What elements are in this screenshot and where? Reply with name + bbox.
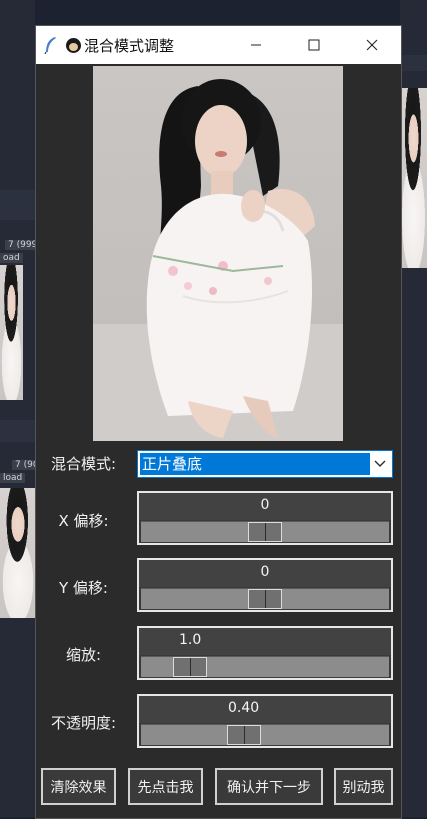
y-offset-slider[interactable]: 0 <box>137 558 393 612</box>
slider-handle[interactable] <box>248 522 282 542</box>
x-offset-value: 0 <box>260 497 270 513</box>
close-button[interactable] <box>343 26 401 64</box>
background-app-left <box>0 0 35 817</box>
minimize-button[interactable] <box>227 26 285 64</box>
background-thumb-sublabel: load <box>0 473 26 483</box>
opacity-value: 0.40 <box>228 700 260 716</box>
scale-slider[interactable]: 1.0 <box>137 626 393 680</box>
slider-trough[interactable] <box>141 521 389 542</box>
monkey-icon <box>66 37 81 53</box>
clear-effects-button[interactable]: 清除效果 <box>41 768 116 805</box>
maximize-button[interactable] <box>285 26 343 64</box>
y-offset-value: 0 <box>260 564 270 580</box>
scale-value: 1.0 <box>178 632 202 648</box>
blend-mode-value: 正片叠底 <box>140 453 370 475</box>
slider-trough[interactable] <box>141 724 389 745</box>
background-bar <box>400 55 427 71</box>
scale-label: 缩放: <box>65 646 102 664</box>
background-bar <box>0 420 35 442</box>
blend-mode-select[interactable]: 正片叠底 <box>137 450 393 478</box>
click-me-first-button[interactable]: 先点击我 <box>128 768 203 805</box>
blend-mode-dialog: 混合模式调整 混合模式: 正片叠底 X 偏移: 0 Y 偏移: 0 缩放: 1.… <box>35 25 402 819</box>
background-thumbnail <box>400 88 427 268</box>
background-bar <box>0 190 35 220</box>
feather-icon <box>36 36 66 54</box>
y-offset-label: Y 偏移: <box>59 579 108 597</box>
x-offset-slider[interactable]: 0 <box>137 491 393 545</box>
background-thumb-sublabel: oad <box>0 253 23 263</box>
slider-handle[interactable] <box>248 589 282 609</box>
background-thumbnail <box>0 488 36 618</box>
slider-handle[interactable] <box>226 725 261 745</box>
opacity-label: 不透明度: <box>50 714 117 732</box>
background-thumbnail <box>0 265 23 400</box>
window-title: 混合模式调整 <box>84 36 175 55</box>
opacity-slider[interactable]: 0.40 <box>137 694 393 748</box>
blend-mode-label: 混合模式: <box>50 455 117 473</box>
slider-trough[interactable] <box>141 656 389 677</box>
title-bar[interactable]: 混合模式调整 <box>36 26 401 64</box>
slider-handle[interactable] <box>173 657 208 677</box>
chevron-down-icon[interactable] <box>370 453 390 475</box>
confirm-next-button[interactable]: 确认并下一步 <box>215 768 323 805</box>
slider-trough[interactable] <box>141 588 389 609</box>
x-offset-label: X 偏移: <box>58 512 109 530</box>
dont-touch-button[interactable]: 别动我 <box>334 768 393 805</box>
preview-image <box>93 66 343 441</box>
